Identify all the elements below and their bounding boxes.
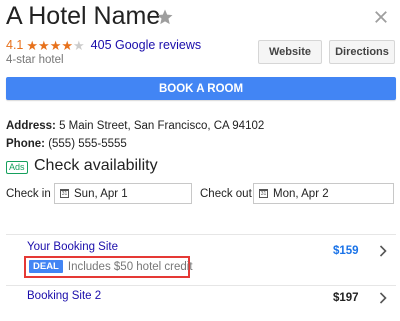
calendar-icon: 31 [60, 189, 69, 198]
address-value[interactable]: 5 Main Street, San Francisco, CA 94102 [59, 120, 264, 132]
address-line: Address: 5 Main Street, San Francisco, C… [6, 120, 264, 132]
deal-row: DEAL Includes $50 hotel credit [29, 260, 193, 273]
reviews-link[interactable]: 405 Google reviews [91, 38, 201, 52]
rating-star-icon: ★ [26, 37, 39, 53]
rating-star-icon: ★ [38, 37, 50, 53]
check-in-label: Check in [6, 188, 51, 200]
chevron-right-icon[interactable] [379, 245, 387, 257]
divider [6, 234, 396, 235]
phone-value[interactable]: (555) 555-5555 [48, 138, 127, 150]
check-in-field[interactable]: 31 Sun, Apr 1 [54, 183, 192, 204]
check-out-value: Mon, Apr 2 [273, 187, 329, 200]
rating-stars: ★ ★ ★ ★ ★ [26, 39, 84, 52]
check-out-label: Check out [200, 188, 252, 200]
deal-text: Includes $50 hotel credit [67, 260, 193, 273]
save-star-icon[interactable] [156, 8, 174, 26]
rating-star-icon: ★ [61, 37, 74, 53]
directions-button[interactable]: Directions [329, 40, 395, 64]
rating-star-icon: ★ [73, 37, 85, 53]
calendar-icon: 31 [259, 189, 268, 198]
close-icon[interactable] [372, 8, 390, 26]
check-out-field[interactable]: 31 Mon, Apr 2 [253, 183, 394, 204]
ads-badge: Ads [6, 161, 28, 174]
hotel-title: A Hotel Name [6, 2, 161, 30]
rating-star-icon: ★ [49, 37, 62, 53]
booking-site-1-name[interactable]: Your Booking Site [27, 241, 118, 253]
address-label: Address: [6, 120, 56, 132]
divider [6, 285, 396, 286]
website-button[interactable]: Website [258, 40, 322, 64]
booking-site-1-price[interactable]: $159 [333, 245, 359, 257]
rating-value: 4.1 [6, 38, 24, 52]
booking-site-2-price[interactable]: $197 [333, 292, 359, 304]
phone-label: Phone: [6, 138, 45, 150]
booking-site-2-name[interactable]: Booking Site 2 [27, 290, 101, 302]
book-a-room-button[interactable]: BOOK A ROOM [6, 77, 396, 100]
hotel-class: 4-star hotel [6, 54, 64, 66]
deal-badge: DEAL [29, 260, 63, 273]
phone-line: Phone: (555) 555-5555 [6, 138, 127, 150]
chevron-right-icon[interactable] [379, 292, 387, 304]
rating-row: 4.1 ★ ★ ★ ★ ★ 405 Google reviews [6, 38, 201, 52]
check-availability-title: Check availability [34, 157, 158, 174]
check-in-value: Sun, Apr 1 [74, 187, 128, 200]
